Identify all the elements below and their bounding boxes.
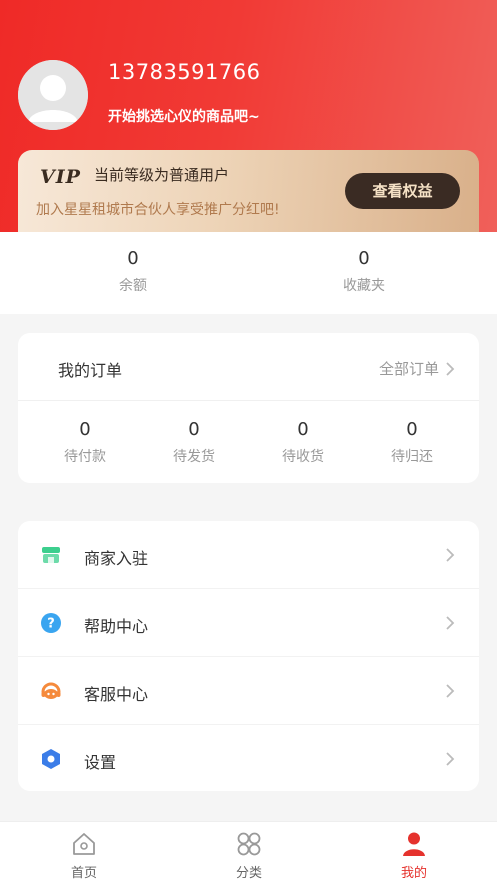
vip-logo: VIP (40, 166, 81, 188)
tab-category[interactable]: 分类 (189, 830, 309, 881)
order-count: 0 (79, 419, 91, 440)
orders-header[interactable]: 我的订单 全部订单 (18, 333, 479, 401)
menu-label: 客服中心 (84, 685, 149, 704)
bottom-tab-bar: 首页 分类 我的 (0, 821, 497, 883)
default-avatar-icon (18, 60, 88, 130)
menu-item-settings[interactable]: 设置 (18, 725, 479, 793)
tab-label: 我的 (400, 866, 427, 881)
order-label: 待付款 (64, 449, 106, 465)
headset-icon (41, 682, 61, 699)
tab-mine[interactable]: 我的 (354, 830, 474, 881)
svg-text:?: ? (47, 617, 55, 632)
tab-home[interactable]: 首页 (24, 830, 144, 881)
user-tagline: 开始挑选心仪的商品吧~ (108, 109, 260, 125)
service-menu: 商家入驻 ? 帮助中心 客服中心 设置 (18, 521, 479, 791)
favorites-stat[interactable]: 0 收藏夹 (264, 248, 464, 295)
menu-item-customer-service[interactable]: 客服中心 (18, 657, 479, 725)
balance-stat[interactable]: 0 余额 (33, 248, 233, 295)
orders-title: 我的订单 (58, 361, 123, 380)
order-count: 0 (406, 419, 418, 440)
all-orders-label: 全部订单 (378, 360, 439, 378)
order-pending-receipt[interactable]: 0 待收货 (248, 419, 358, 466)
vip-description: 加入星星租城市合伙人享受推广分红吧! (36, 202, 280, 218)
chevron-right-icon (446, 548, 455, 562)
chevron-right-icon (446, 616, 455, 630)
order-count: 0 (297, 419, 309, 440)
menu-label: 帮助中心 (84, 617, 149, 636)
menu-label: 商家入驻 (84, 549, 149, 568)
order-label: 待归还 (391, 449, 433, 465)
balance-value: 0 (127, 248, 139, 269)
home-icon (73, 833, 95, 855)
user-icon (403, 832, 425, 856)
order-count: 0 (188, 419, 200, 440)
menu-item-help-center[interactable]: ? 帮助中心 (18, 589, 479, 657)
menu-item-merchant-join[interactable]: 商家入驻 (18, 521, 479, 589)
favorites-value: 0 (358, 248, 370, 269)
user-phone: 13783591766 (108, 60, 261, 84)
avatar[interactable] (18, 60, 88, 130)
tab-label: 首页 (70, 866, 97, 881)
account-stats: 0 余额 0 收藏夹 (0, 232, 497, 314)
tab-label: 分类 (235, 866, 262, 881)
order-label: 待发货 (173, 449, 215, 465)
orders-card: 我的订单 全部订单 0 待付款 0 待发货 0 待收货 0 待归还 (18, 333, 479, 483)
vip-card[interactable]: VIP 当前等级为普通用户 加入星星租城市合伙人享受推广分红吧! 查看权益 (18, 150, 479, 232)
vip-level-text: 当前等级为普通用户 (94, 166, 230, 184)
order-pending-payment[interactable]: 0 待付款 (30, 419, 140, 466)
favorites-label: 收藏夹 (343, 278, 385, 294)
category-icon (237, 832, 261, 856)
chevron-right-icon (446, 684, 455, 698)
chevron-right-icon (446, 361, 455, 376)
order-label: 待收货 (282, 449, 324, 465)
menu-label: 设置 (84, 753, 117, 772)
order-pending-return[interactable]: 0 待归还 (357, 419, 467, 466)
help-icon: ? (41, 613, 61, 633)
settings-hexagon-icon (42, 749, 60, 769)
order-pending-shipment[interactable]: 0 待发货 (139, 419, 249, 466)
store-icon (42, 547, 60, 563)
balance-label: 余额 (119, 278, 147, 294)
profile-header: 13783591766 开始挑选心仪的商品吧~ VIP 当前等级为普通用户 加入… (0, 0, 497, 232)
all-orders-link[interactable]: 全部订单 (379, 358, 455, 379)
chevron-right-icon (446, 752, 455, 766)
view-benefits-button[interactable]: 查看权益 (345, 173, 460, 209)
